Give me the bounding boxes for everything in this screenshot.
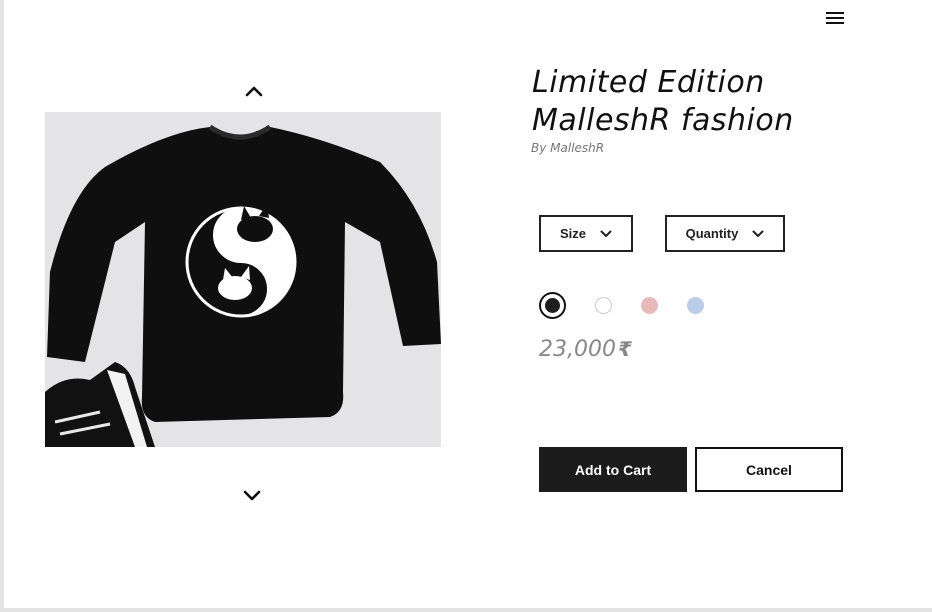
product-author: By MalleshR <box>531 141 605 155</box>
product-image[interactable] <box>45 112 441 447</box>
product-title-line1: Limited Edition <box>532 65 765 100</box>
quantity-select[interactable]: Quantity <box>665 215 785 252</box>
cancel-button[interactable]: Cancel <box>695 447 843 492</box>
add-to-cart-button[interactable]: Add to Cart <box>539 447 687 492</box>
size-select-label: Size <box>559 226 586 241</box>
color-swatch-black-dot <box>545 298 560 313</box>
color-swatch-white[interactable] <box>595 297 612 314</box>
page-bottom-border <box>0 608 932 612</box>
price-amount: 23,000 <box>539 337 616 362</box>
color-swatch-black[interactable] <box>539 292 566 319</box>
hamburger-menu-icon[interactable] <box>824 9 846 27</box>
color-swatch-blue[interactable] <box>687 297 704 314</box>
page-left-border <box>0 0 4 612</box>
currency-symbol: ₹ <box>617 337 632 361</box>
product-title-line2: MalleshR fashion <box>532 103 794 138</box>
chevron-down-icon[interactable] <box>242 488 262 502</box>
product-price: 23,000 ₹ <box>539 337 632 362</box>
chevron-up-icon[interactable] <box>244 83 264 97</box>
chevron-down-icon <box>752 230 764 237</box>
chevron-down-icon <box>600 230 612 237</box>
size-select[interactable]: Size <box>539 215 633 252</box>
quantity-select-label: Quantity <box>685 226 739 241</box>
product-title: Limited Edition MalleshR fashion <box>532 64 892 140</box>
color-swatch-pink[interactable] <box>641 297 658 314</box>
